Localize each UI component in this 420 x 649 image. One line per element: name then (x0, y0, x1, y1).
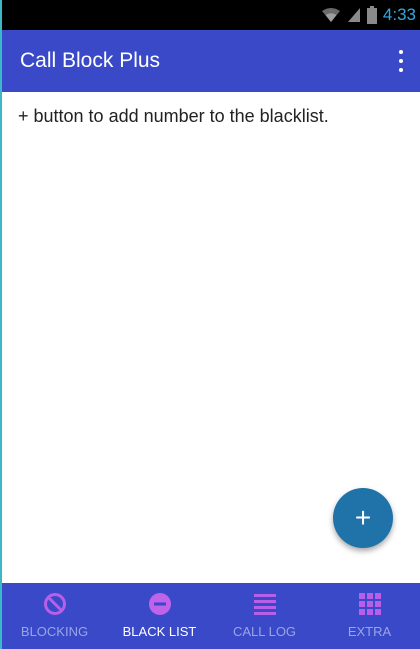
status-time: 4:33 (382, 5, 416, 24)
minus-circle-icon (148, 593, 171, 615)
plus-icon: + (354, 502, 372, 533)
battery-icon (366, 6, 377, 24)
grid-icon (358, 593, 381, 615)
app-screen: 4:33 Call Block Plus + button to add num… (0, 0, 420, 649)
app-bar: Call Block Plus (2, 30, 420, 92)
nav-label-black-list: BLACK LIST (122, 624, 197, 639)
nav-label-extra: EXTRA (347, 624, 392, 639)
app-title: Call Block Plus (20, 49, 161, 72)
list-icon (253, 594, 276, 615)
wifi-icon (321, 8, 340, 22)
signal-icon (347, 8, 360, 22)
bottom-navigation: BLOCKING BLACK LIST CALL LOG EXTRA (2, 583, 420, 649)
add-number-button[interactable]: + (333, 488, 393, 548)
block-icon (43, 593, 66, 615)
nav-label-blocking: BLOCKING (20, 624, 89, 639)
nav-item-blocking[interactable]: BLOCKING (2, 583, 107, 649)
overflow-menu-icon[interactable] (394, 50, 408, 72)
nav-item-extra[interactable]: EXTRA (317, 583, 420, 649)
status-bar: 4:33 (2, 0, 420, 30)
nav-label-call-log: CALL LOG (232, 624, 297, 639)
nav-item-black-list[interactable]: BLACK LIST (107, 583, 212, 649)
nav-item-call-log[interactable]: CALL LOG (212, 583, 317, 649)
empty-hint-text: + button to add number to the blacklist. (18, 106, 329, 126)
status-icons: 4:33 (321, 0, 416, 30)
